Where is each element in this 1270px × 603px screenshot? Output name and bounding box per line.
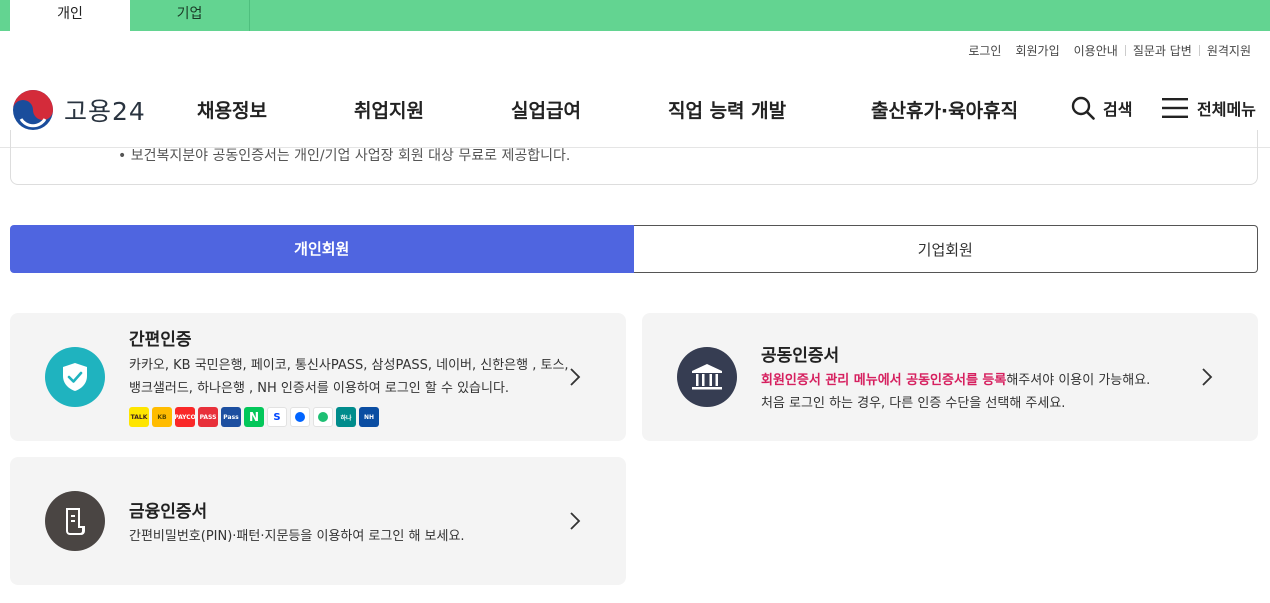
samsung-pass-logo-icon: Pass	[221, 407, 241, 427]
notice-text: • 보건복지분야 공동인증서는 개인/기업 사업장 회원 대상 무료로 제공합니…	[118, 148, 571, 164]
chevron-right-icon	[570, 368, 581, 386]
login-link[interactable]: 로그인	[961, 42, 1008, 59]
card-description: 카카오, KB 국민은행, 페이코, 통신사PASS, 삼성PASS, 네이버,…	[129, 354, 569, 400]
nh-logo-icon: NH	[359, 407, 379, 427]
search-icon	[1071, 96, 1095, 120]
hana-logo-icon: 하나	[336, 407, 356, 427]
naver-logo-icon: N	[244, 407, 264, 427]
site-logo[interactable]: 고용24	[12, 89, 146, 131]
menu-label: 전체메뉴	[1197, 100, 1256, 119]
joint-certificate-card[interactable]: 공동인증서 회원인증서 관리 메뉴에서 공동인증서를 등록해주셔야 이용이 가능…	[642, 313, 1258, 441]
remote-support-link[interactable]: 원격지원	[1200, 42, 1258, 59]
tab-personal-member[interactable]: 개인회원	[10, 225, 634, 273]
nav-vocational-training[interactable]: 직업 능력 개발	[668, 96, 786, 123]
nav-job-info[interactable]: 채용정보	[197, 96, 267, 123]
nav-unemployment-benefit[interactable]: 실업급여	[511, 96, 581, 123]
desc-text: 해주셔야 이용이 가능해요.	[1006, 373, 1151, 388]
simple-auth-card[interactable]: 간편인증 카카오, KB 국민은행, 페이코, 통신사PASS, 삼성PASS,…	[10, 313, 626, 441]
card-title: 금융인증서	[129, 502, 208, 522]
document-icon	[45, 491, 105, 551]
highlight-text: 회원인증서 관리 메뉴에서 공동인증서를 등록	[761, 373, 1007, 388]
desc-line: 회원인증서 관리 메뉴에서 공동인증서를 등록해주셔야 이용이 가능해요.	[761, 369, 1150, 392]
card-title: 간편인증	[129, 330, 192, 350]
chevron-right-icon	[570, 512, 581, 530]
utility-links: 로그인 회원가입 이용안내 질문과 답변 원격지원	[961, 42, 1258, 59]
kb-logo-icon: KB	[152, 407, 172, 427]
shinhan-logo-icon: S	[267, 407, 287, 427]
taegeuk-logo-icon	[13, 90, 53, 130]
card-title: 공동인증서	[761, 346, 840, 366]
nav-parental-leave[interactable]: 출산휴가·육아휴직	[871, 96, 1018, 123]
search-button[interactable]: 검색	[1071, 96, 1132, 120]
search-label: 검색	[1103, 100, 1133, 119]
kakao-logo-icon: TALK	[129, 407, 149, 427]
desc-line: 처음 로그인 하는 경우, 다른 인증 수단을 선택해 주세요.	[761, 396, 1066, 411]
tab-business-member[interactable]: 기업회원	[633, 225, 1258, 273]
nav-employment-support[interactable]: 취업지원	[354, 96, 424, 123]
payco-logo-icon: PAYCO	[175, 407, 195, 427]
pass-logo-icon: PASS	[198, 407, 218, 427]
signup-link[interactable]: 회원가입	[1008, 42, 1066, 59]
notice-box: • 보건복지분야 공동인증서는 개인/기업 사업장 회원 대상 무료로 제공합니…	[10, 130, 1258, 185]
banksalad-logo-icon	[313, 407, 333, 427]
logo-text: 고용24	[64, 97, 146, 126]
provider-badges: TALK KB PAYCO PASS Pass N S 하나 NH	[129, 407, 379, 427]
tab-individual[interactable]: 개인	[10, 0, 130, 31]
tab-business[interactable]: 기업	[130, 0, 250, 31]
member-type-tabs: 개인회원 기업회원	[10, 225, 1258, 273]
card-description: 간편비밀번호(PIN)·패턴·지문등을 이용하여 로그인 해 보세요.	[129, 529, 465, 544]
desc-line: 뱅크샐러드, 하나은행 , NH 인증서를 이용하여 로그인 할 수 있습니다.	[129, 381, 510, 396]
desc-line: 카카오, KB 국민은행, 페이코, 통신사PASS, 삼성PASS, 네이버,…	[129, 358, 569, 373]
all-menu-button[interactable]: 전체메뉴	[1161, 96, 1256, 120]
finance-certificate-card[interactable]: 금융인증서 간편비밀번호(PIN)·패턴·지문등을 이용하여 로그인 해 보세요…	[10, 457, 626, 585]
guide-link[interactable]: 이용안내	[1067, 42, 1125, 59]
chevron-right-icon	[1202, 368, 1213, 386]
qna-link[interactable]: 질문과 답변	[1126, 42, 1199, 59]
shield-check-icon	[45, 347, 105, 407]
bank-icon	[677, 347, 737, 407]
top-bar: 개인 기업	[0, 0, 1270, 31]
card-description: 회원인증서 관리 메뉴에서 공동인증서를 등록해주셔야 이용이 가능해요. 처음…	[761, 369, 1150, 415]
hamburger-icon	[1162, 98, 1188, 118]
toss-logo-icon	[290, 407, 310, 427]
